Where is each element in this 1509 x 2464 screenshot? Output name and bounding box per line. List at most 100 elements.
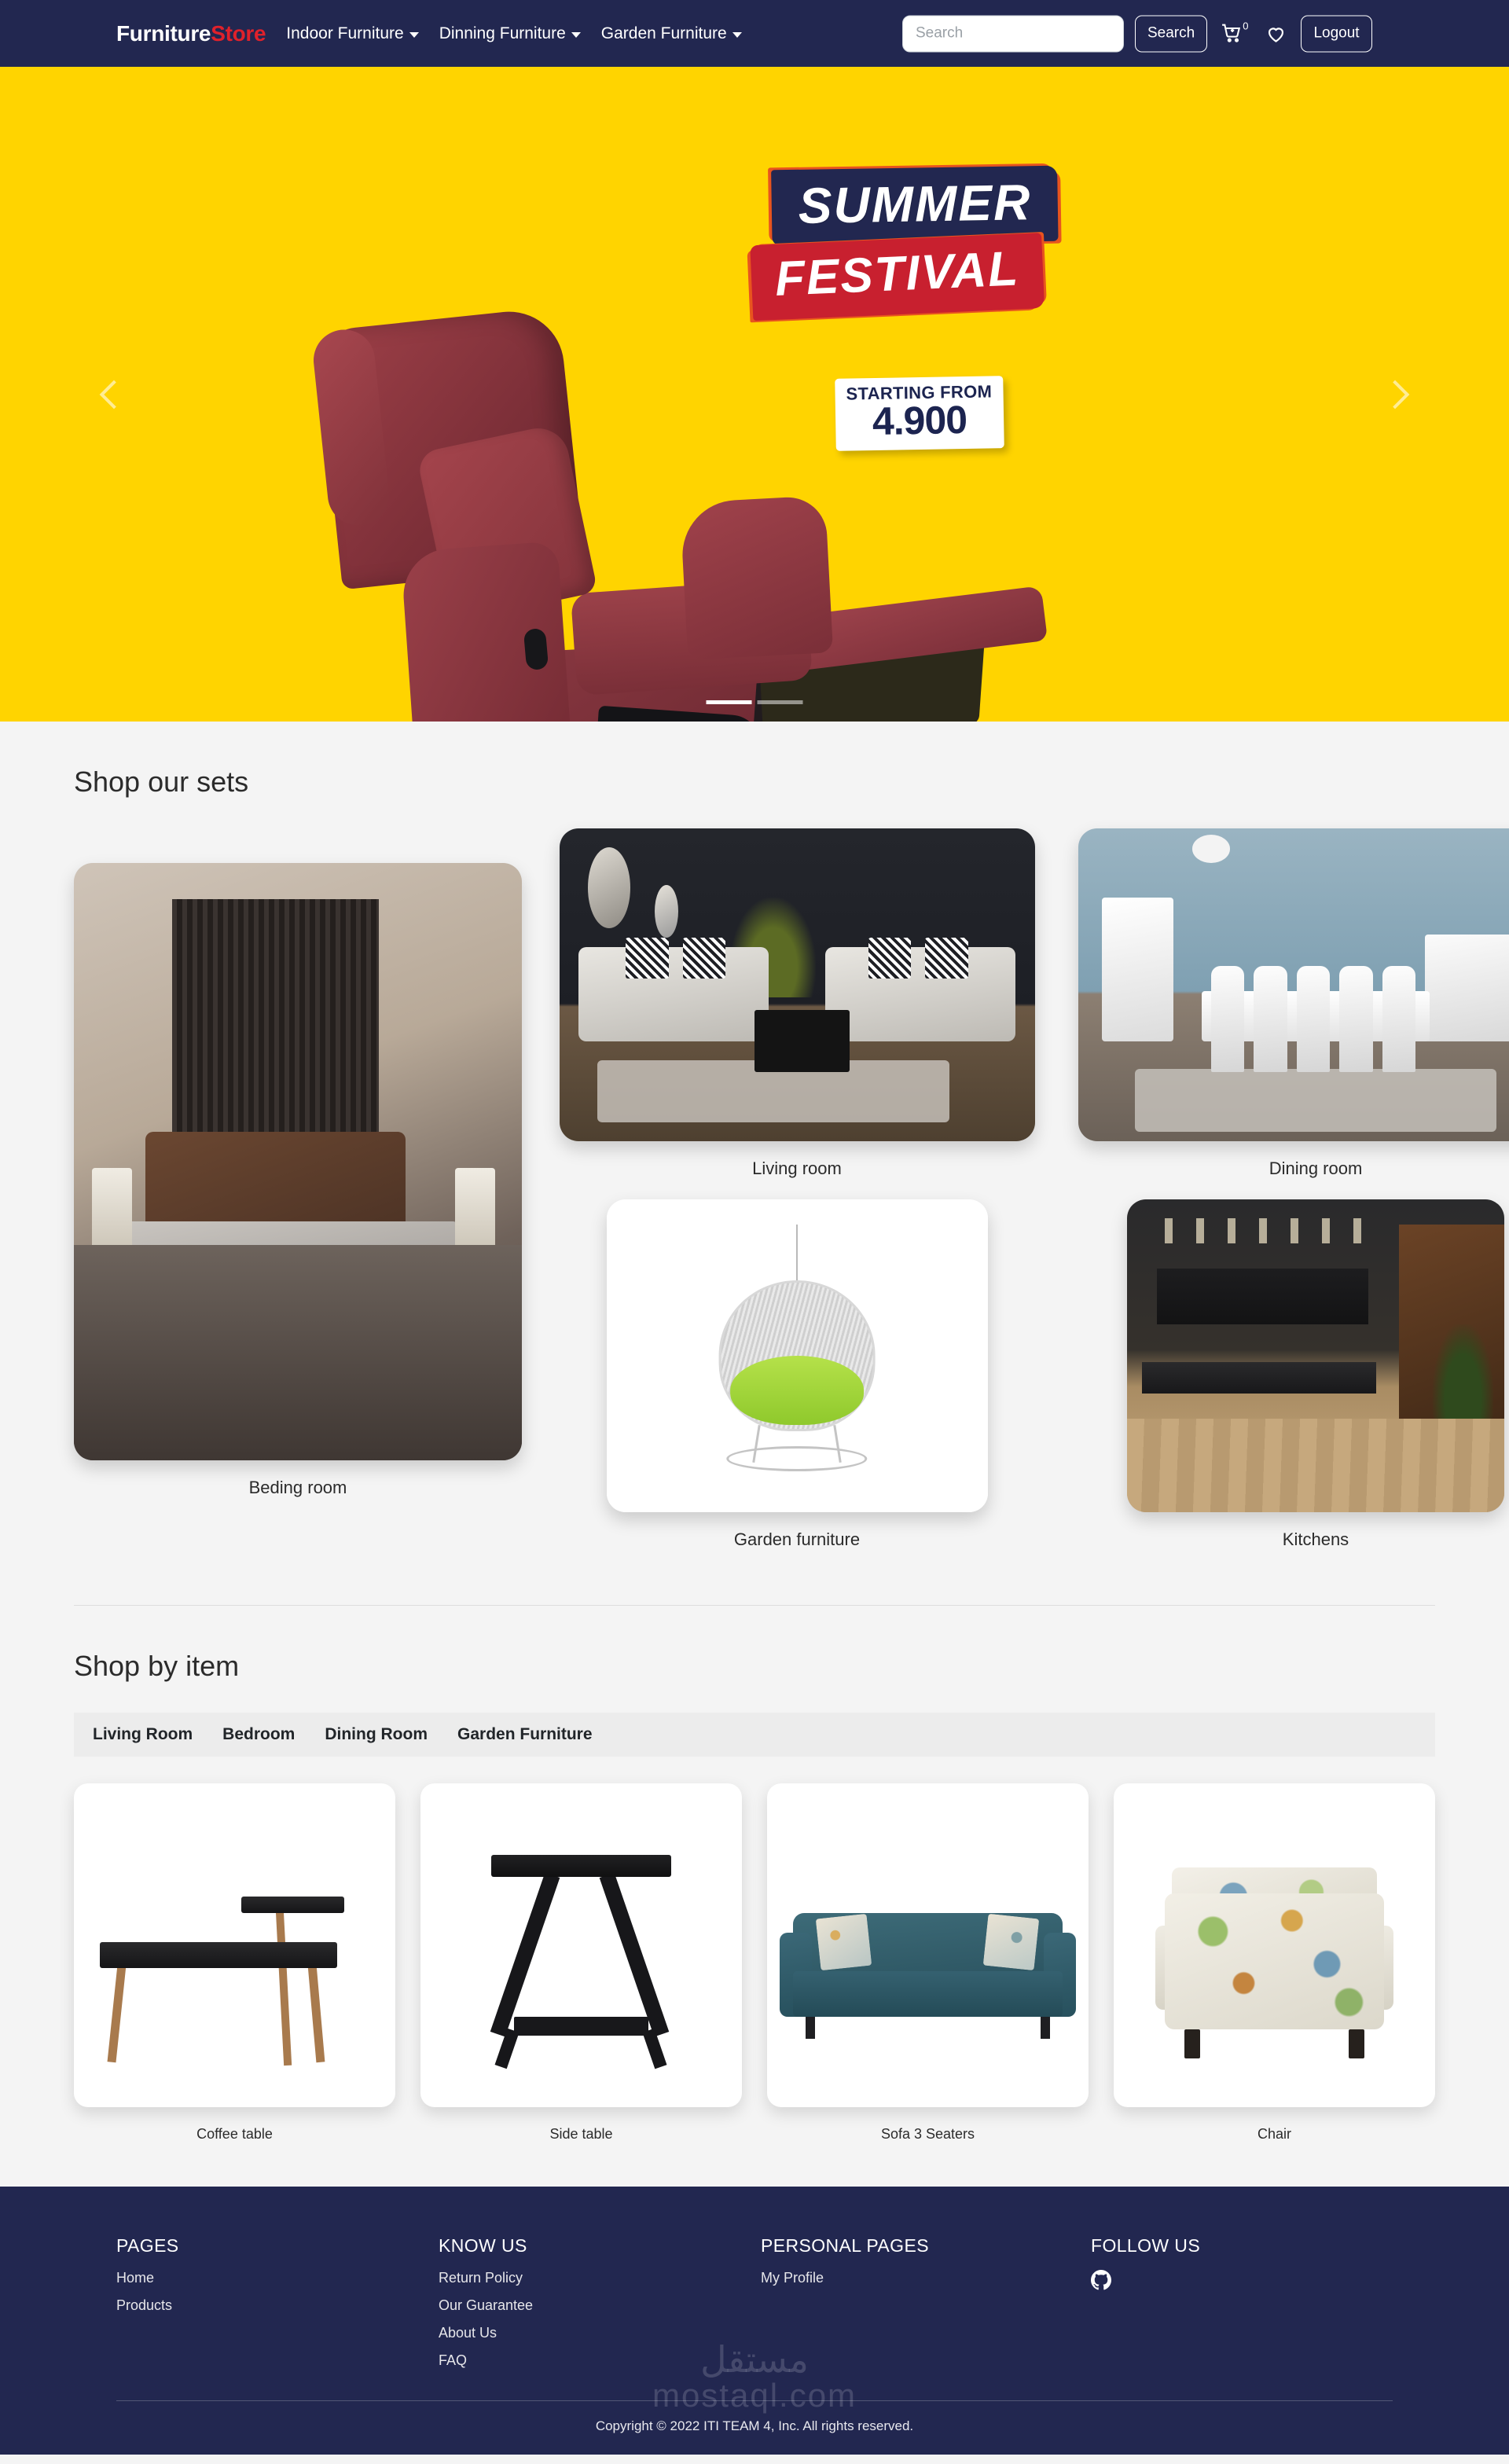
sideboard-cabinet — [1425, 935, 1509, 1041]
chevron-left-icon — [99, 380, 129, 409]
tab-dining-room[interactable]: Dining Room — [325, 1725, 428, 1744]
product-image-side-table — [420, 1783, 742, 2107]
hero-carousel: SUMMER FESTIVAL STARTING FROM 4.900 — [0, 67, 1509, 722]
sofa-seat — [792, 1970, 1063, 2017]
set-image-kitchens — [1127, 1199, 1504, 1512]
dining-chair — [1339, 966, 1373, 1073]
hero-price-tag: STARTING FROM 4.900 — [835, 376, 1004, 451]
footer-link-about-us[interactable]: About Us — [439, 2325, 761, 2341]
carousel-prev-button[interactable] — [86, 367, 141, 422]
shop-by-item-title: Shop by item — [74, 1650, 240, 1682]
product-card-sofa-3-seaters[interactable]: Sofa 3 Seaters — [767, 1783, 1089, 2143]
top-navbar: FurnitureStore Indoor Furniture Dinning … — [0, 0, 1509, 67]
navbar-actions: Search 0 Logout — [902, 15, 1372, 52]
heart-icon — [1269, 27, 1284, 42]
set-card-garden-furniture[interactable]: Garden furniture — [553, 1199, 1041, 1570]
carousel-indicator-1[interactable] — [706, 700, 752, 704]
carousel-next-button[interactable] — [1368, 367, 1423, 422]
footer-link-our-guarantee[interactable]: Our Guarantee — [439, 2297, 761, 2314]
footer-column-title-know-us: KNOW US — [439, 2235, 527, 2256]
footer-link-my-profile[interactable]: My Profile — [761, 2270, 1091, 2286]
nav-item-label: Dinning Furniture — [439, 24, 566, 42]
table-upper-shelf — [240, 1897, 344, 1913]
chevron-right-icon — [1380, 380, 1410, 409]
footer-column-title-pages: PAGES — [116, 2235, 179, 2256]
footer-columns: PAGES Home Products KNOW US Return Polic… — [116, 2235, 1393, 2380]
product-label-side-table: Side table — [549, 2126, 613, 2142]
tab-living-room[interactable]: Living Room — [93, 1725, 193, 1744]
set-image-beding-room — [74, 863, 522, 1460]
chevron-down-icon — [732, 32, 742, 38]
product-label-sofa-3-seaters: Sofa 3 Seaters — [880, 2126, 975, 2142]
table-leg — [275, 1909, 292, 2066]
dining-chair — [1210, 966, 1245, 1073]
tab-garden-furniture[interactable]: Garden Furniture — [457, 1725, 593, 1744]
chair-leg — [1348, 2029, 1365, 2059]
throw-pillow — [925, 938, 968, 979]
footer-link-home[interactable]: Home — [116, 2270, 439, 2286]
recliner-left-arm — [400, 541, 571, 722]
search-button[interactable]: Search — [1135, 15, 1208, 52]
product-image-chair — [1114, 1783, 1435, 2107]
page-footer: PAGES Home Products KNOW US Return Polic… — [0, 2187, 1509, 2455]
set-card-dining-room[interactable]: Dining room — [1072, 828, 1509, 1199]
ceiling-lights — [1165, 1217, 1369, 1243]
brand-logo[interactable]: FurnitureStore — [116, 21, 266, 46]
throw-pillow — [868, 938, 912, 979]
hero-price-value: 4.900 — [872, 398, 967, 444]
hero-headline-bottom-banner: FESTIVAL — [750, 233, 1045, 321]
footer-link-faq[interactable]: FAQ — [439, 2352, 761, 2369]
products-grid: Coffee table Side table Sofa 3 Seaters C… — [74, 1783, 1435, 2187]
footer-link-return-policy[interactable]: Return Policy — [439, 2270, 761, 2286]
kitchen-counter — [1142, 1361, 1376, 1394]
product-image-coffee-table — [74, 1783, 395, 2107]
footer-link-products[interactable]: Products — [116, 2297, 439, 2314]
product-card-side-table[interactable]: Side table — [420, 1783, 742, 2143]
cart-button[interactable]: 0 — [1218, 20, 1251, 44]
sofa-pillow-left — [816, 1913, 873, 1971]
garden-swing-photo — [606, 1199, 988, 1512]
github-link[interactable] — [1091, 2270, 1111, 2290]
set-card-living-room[interactable]: Living room — [553, 828, 1041, 1199]
product-card-coffee-table[interactable]: Coffee table — [74, 1783, 395, 2143]
primary-nav: Indoor Furniture Dinning Furniture Garde… — [286, 24, 742, 43]
search-input[interactable] — [902, 15, 1124, 52]
set-card-beding-room[interactable]: Beding room — [74, 828, 522, 1570]
sofa-pillow-right — [982, 1913, 1040, 1971]
swing-base-ring — [726, 1446, 868, 1472]
bedroom-photo — [74, 863, 522, 1460]
nav-item-garden-furniture[interactable]: Garden Furniture — [601, 24, 742, 43]
sofa-leg — [806, 2016, 816, 2040]
set-label-garden-furniture: Garden furniture — [733, 1529, 861, 1549]
footer-column-personal-pages: PERSONAL PAGES My Profile — [761, 2235, 1091, 2380]
wishlist-button[interactable] — [1262, 23, 1290, 44]
tab-bedroom[interactable]: Bedroom — [222, 1725, 295, 1744]
wall-mirror-small — [654, 884, 678, 938]
living-room-photo — [559, 828, 1035, 1141]
lower-shelf — [513, 2016, 649, 2036]
logout-button[interactable]: Logout — [1301, 15, 1372, 52]
table-top — [99, 1941, 338, 1968]
bed-mattress — [119, 1221, 460, 1365]
nav-item-dinning-furniture[interactable]: Dinning Furniture — [439, 24, 581, 43]
table-leg — [307, 1964, 325, 2062]
shop-by-item-section: Shop by item Living Room Bedroom Dining … — [0, 1606, 1509, 2187]
bedside-lamp-left — [91, 1167, 133, 1258]
brand-logo-second: Store — [211, 20, 266, 46]
product-card-chair[interactable]: Chair — [1114, 1783, 1435, 2143]
hero-headline: SUMMER FESTIVAL — [741, 163, 1121, 321]
sofa-right — [825, 947, 1016, 1041]
set-image-living-room — [559, 828, 1035, 1141]
carousel-indicators — [706, 700, 803, 704]
sets-grid: Beding room Living room Dining room Gard… — [74, 828, 1509, 1605]
x-leg — [599, 1872, 670, 2037]
set-card-kitchens[interactable]: Kitchens — [1072, 1199, 1509, 1570]
nav-item-indoor-furniture[interactable]: Indoor Furniture — [286, 24, 419, 43]
product-image-sofa-3-seaters — [767, 1783, 1089, 2107]
kitchen-floor — [1127, 1418, 1504, 1512]
carousel-indicator-2[interactable] — [757, 700, 803, 704]
footer-column-pages: PAGES Home Products — [116, 2235, 439, 2380]
floral-chair-art — [1114, 1783, 1435, 2107]
dining-room-photo — [1078, 828, 1509, 1141]
set-label-living-room: Living room — [752, 1159, 842, 1178]
